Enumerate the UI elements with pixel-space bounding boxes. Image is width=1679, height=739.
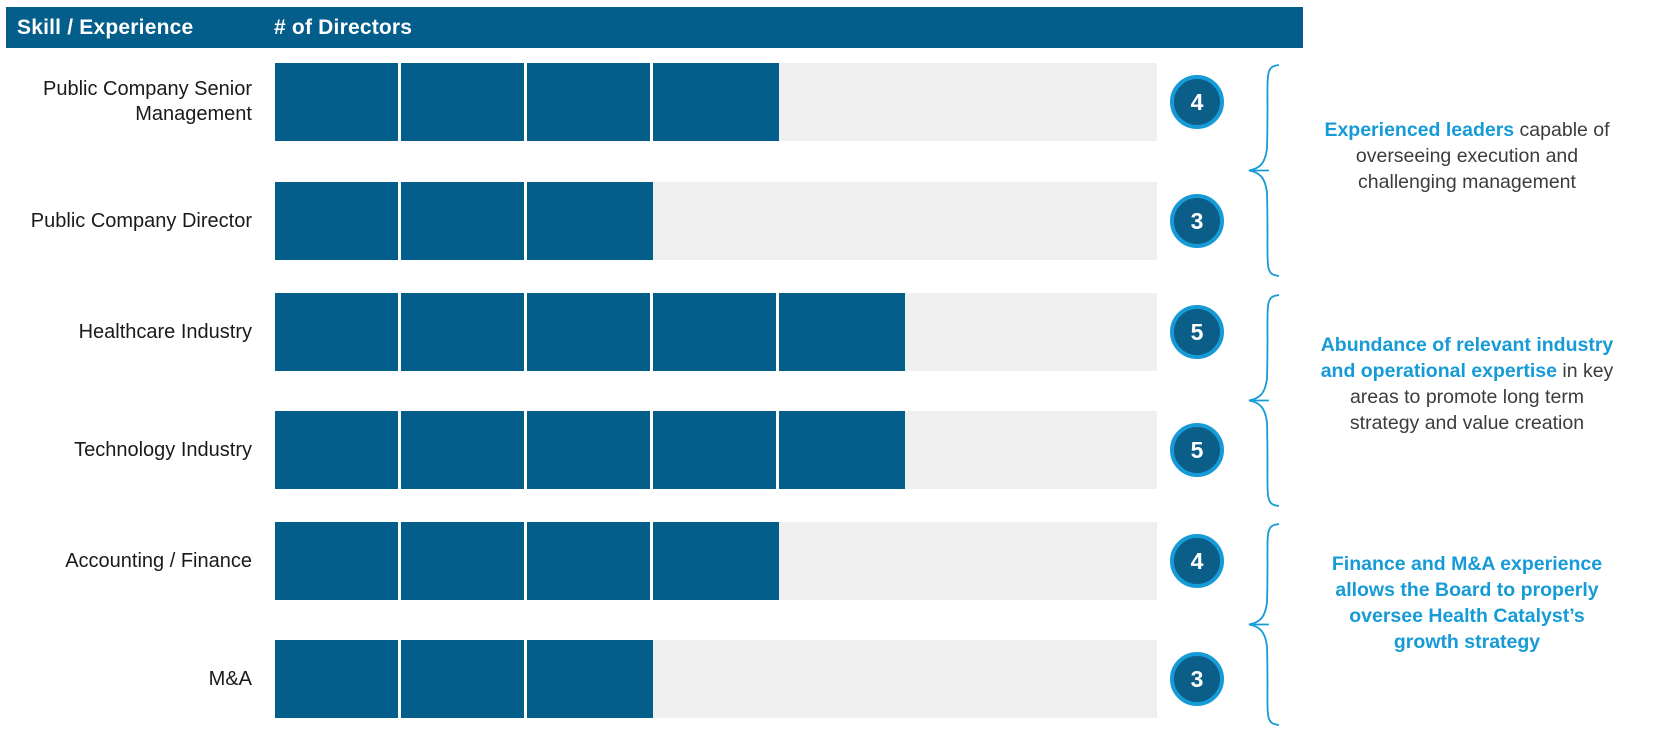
- bar-segment: [527, 293, 653, 371]
- annotation-group: Experienced leaders capable of overseein…: [1245, 63, 1679, 278]
- bar-track: [275, 411, 1157, 489]
- bar-segment: [401, 182, 527, 260]
- bar-track: [275, 182, 1157, 260]
- bar-segment: [653, 63, 779, 141]
- director-count-badge: 4: [1170, 75, 1224, 129]
- bar-segment: [779, 293, 905, 371]
- bar-segment: [653, 293, 779, 371]
- bar-track: [275, 293, 1157, 371]
- chart-row: Healthcare Industry 5: [0, 293, 1240, 371]
- row-label: Accounting / Finance: [65, 549, 252, 572]
- bar-track: [275, 63, 1157, 141]
- bar-segment: [527, 63, 653, 141]
- annotation-text: Abundance of relevant industry and opera…: [1320, 334, 1614, 434]
- bar-segment: [275, 63, 401, 141]
- bar-segment: [401, 63, 527, 141]
- row-label: Public Company Director: [30, 209, 252, 232]
- bar-segment: [275, 411, 401, 489]
- bar-segment: [401, 293, 527, 371]
- bar-segment: [401, 522, 527, 600]
- bar-segment: [401, 411, 527, 489]
- annotation-text: Finance and M&A experience allows the Bo…: [1331, 553, 1603, 653]
- annotation-group: Abundance of relevant industry and opera…: [1245, 293, 1679, 508]
- bar-segment: [527, 640, 653, 718]
- director-count-badge: 5: [1170, 305, 1224, 359]
- bar-segment: [653, 411, 779, 489]
- bar-segment: [275, 522, 401, 600]
- row-label: Healthcare Industry: [78, 320, 252, 343]
- bar-track: [275, 522, 1157, 600]
- bar-segment: [275, 293, 401, 371]
- chart-row: Technology Industry 5: [0, 411, 1240, 489]
- chart-row: Accounting / Finance 4: [0, 522, 1240, 600]
- chart-row: Public Company Senior Management 4: [0, 63, 1240, 141]
- bar-segment: [275, 182, 401, 260]
- row-label: M&A: [208, 667, 252, 690]
- curly-brace-icon: [1248, 64, 1280, 277]
- director-count-badge: 3: [1170, 652, 1224, 706]
- curly-brace-icon: [1248, 523, 1280, 726]
- bar-segment: [527, 522, 653, 600]
- row-label: Technology Industry: [74, 438, 252, 461]
- curly-brace-icon: [1248, 294, 1280, 507]
- annotation-group: Finance and M&A experience allows the Bo…: [1245, 522, 1679, 727]
- annotation-highlight: Abundance of relevant industry and opera…: [1320, 334, 1614, 382]
- bar-track: [275, 640, 1157, 718]
- chart-row: Public Company Director 3: [0, 182, 1240, 260]
- bar-segment: [401, 640, 527, 718]
- director-count-badge: 4: [1170, 534, 1224, 588]
- bar-segment: [275, 640, 401, 718]
- chart-row: M&A 3: [0, 640, 1240, 718]
- annotation-highlight: Experienced leaders: [1324, 119, 1515, 141]
- bar-segment: [653, 522, 779, 600]
- bar-segment: [527, 182, 653, 260]
- bar-segment: [527, 411, 653, 489]
- row-label: Public Company Senior Management: [43, 78, 252, 125]
- director-count-badge: 5: [1170, 423, 1224, 477]
- bar-segment: [779, 411, 905, 489]
- director-count-badge: 3: [1170, 194, 1224, 248]
- annotation-text: Experienced leaders capable of overseein…: [1324, 119, 1610, 193]
